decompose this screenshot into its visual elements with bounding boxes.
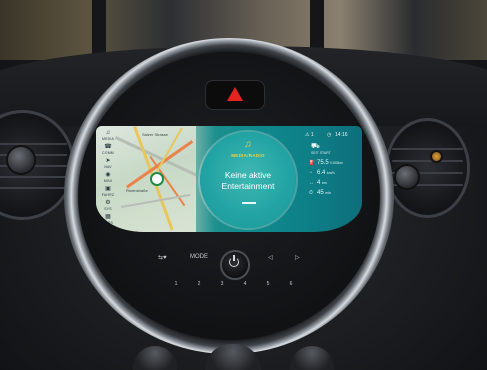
media-divider (242, 202, 256, 204)
trip-label: SEIT START (311, 151, 331, 155)
preset-button[interactable]: 1 (171, 281, 181, 287)
map-label: Rheinstraße (126, 188, 148, 193)
map-label: Salzer Strasse (142, 132, 169, 137)
side-item-mini[interactable]: ◉ MINI (98, 172, 118, 183)
side-menu: ♫ MEDIA ☎ COMM ➤ NAV ◉ MINI ▣ FAHRZ ⚙ SY… (96, 128, 120, 230)
favorites-button[interactable]: ⇆♥ (158, 254, 167, 261)
phone-icon: ☎ (104, 144, 112, 150)
warning-indicator: ⚠ 1 (305, 132, 314, 138)
media-mode-label: MEDIA/RADIO (231, 153, 265, 158)
nav-icon: ➤ (105, 158, 111, 164)
trip-distance: ↔ 4 km (309, 180, 327, 186)
car-icon: ▣ (105, 186, 111, 192)
preset-button[interactable]: 3 (217, 281, 227, 287)
car-icon: ⛟ (311, 143, 320, 150)
clock-time: 14:16 (335, 132, 348, 138)
right-air-vent[interactable] (385, 118, 470, 218)
side-item-nav[interactable]: ➤ NAV (98, 158, 118, 169)
music-note-icon: ♫ (244, 139, 252, 150)
media-status-message: Keine aktive Entertainment (221, 170, 275, 191)
car-dashboard-photo: Salzer Strasse Rheinstraße ♫ MEDIA ☎ COM… (0, 0, 487, 370)
side-item-comm[interactable]: ☎ COMM (98, 144, 118, 155)
mode-button[interactable]: MODE (190, 254, 208, 260)
preset-button[interactable]: 5 (263, 281, 273, 287)
time-icon: ⏱ (309, 190, 313, 196)
distance-icon: ↔ (309, 180, 314, 186)
climate-knob[interactable] (290, 346, 334, 370)
side-item-system[interactable]: ⚙ SYS (98, 200, 118, 211)
side-item-vehicle[interactable]: ▣ FAHRZ (98, 186, 118, 197)
side-item-media[interactable]: ♫ MEDIA (98, 130, 118, 141)
preset-button[interactable]: 4 (240, 281, 250, 287)
hazard-triangle-icon (227, 87, 243, 101)
apps-icon: ▦ (105, 214, 111, 220)
left-vent-knob[interactable] (8, 147, 34, 173)
music-icon: ♫ (105, 130, 111, 136)
climate-knob[interactable] (133, 346, 177, 370)
media-widget[interactable]: ♫ MEDIA/RADIO Keine aktive Entertainment (200, 132, 296, 228)
side-item-apps[interactable]: ▦ APPS (98, 214, 118, 225)
power-icon (229, 255, 239, 267)
preset-button[interactable]: 2 (194, 281, 204, 287)
trip-consumption: ⛽ 75.5 l/100km (309, 160, 343, 166)
clock-icon: ◷ (327, 132, 332, 138)
speed-icon: ◔ (309, 170, 313, 176)
window-pillar (92, 0, 106, 60)
current-location-icon (150, 172, 164, 186)
vent-indicator-light (432, 152, 441, 161)
volume-power-knob[interactable] (222, 252, 248, 278)
previous-track-button[interactable]: ◁ (268, 254, 273, 261)
consumption-icon: ⛽ (309, 160, 316, 166)
hazard-button[interactable] (205, 80, 265, 110)
status-panel[interactable]: ⚠ 1 ◷ 14:16 ⛟ SEIT START ⛽ 75.5 l/100km ◔… (301, 132, 359, 228)
trip-speed: ◔ 6.4 km/h (309, 170, 335, 176)
right-vent-knob[interactable] (396, 166, 418, 188)
car-icon: ◉ (105, 172, 111, 178)
infotainment-display[interactable]: Salzer Strasse Rheinstraße ♫ MEDIA ☎ COM… (96, 126, 362, 232)
settings-icon: ⚙ (105, 200, 111, 206)
trip-time: ⏱ 45 min (309, 190, 331, 196)
preset-button[interactable]: 6 (286, 281, 296, 287)
next-track-button[interactable]: ▷ (295, 254, 300, 261)
